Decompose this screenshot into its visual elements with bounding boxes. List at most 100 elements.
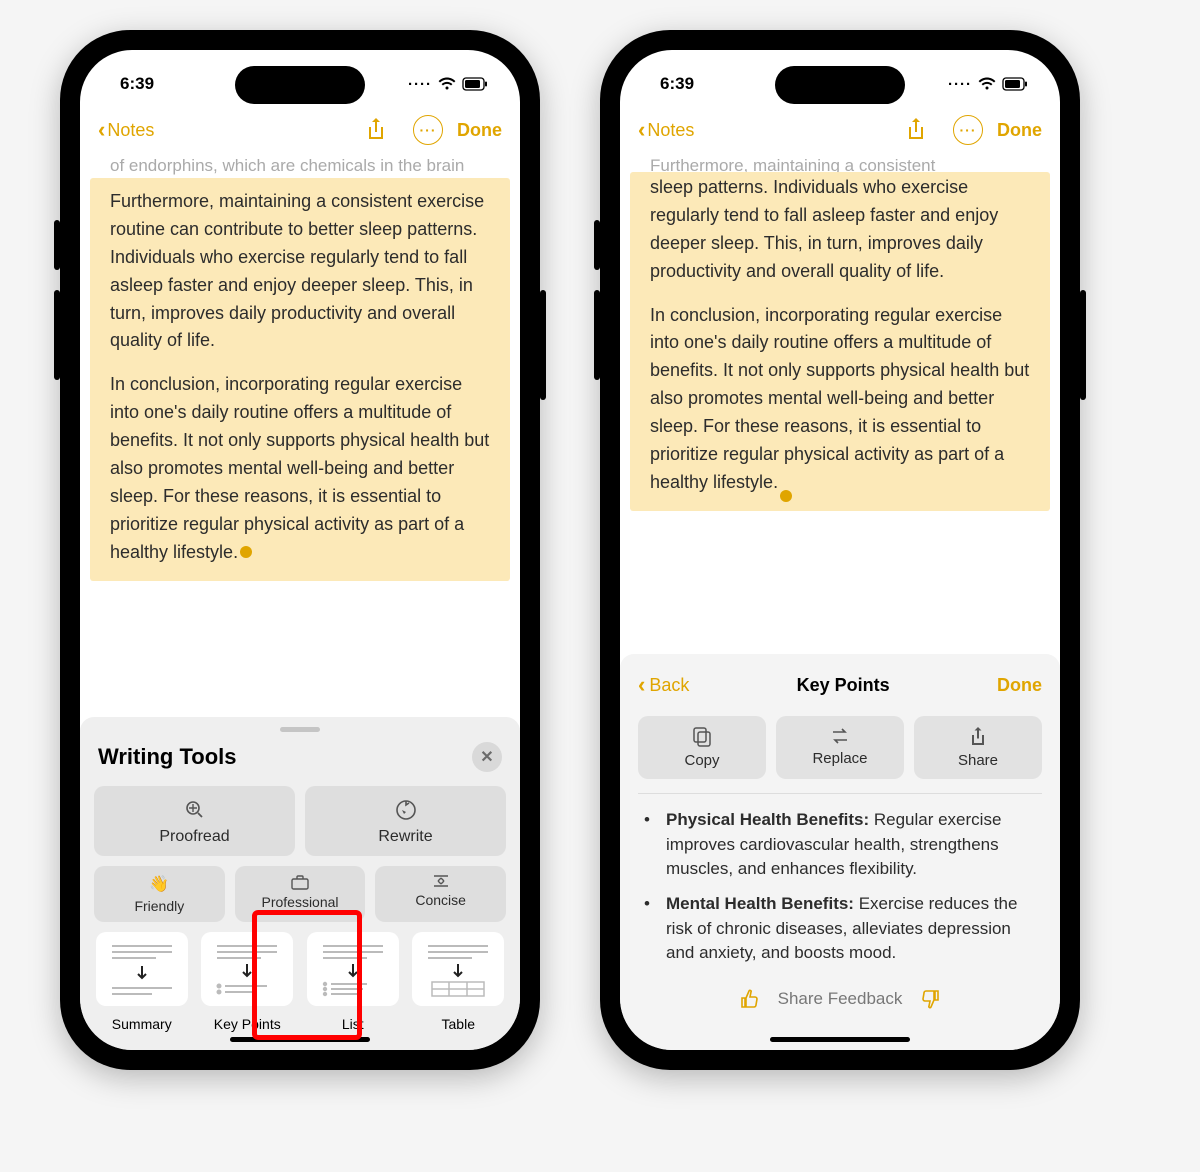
rewrite-icon (394, 798, 418, 822)
table-preview-icon (422, 942, 494, 998)
faded-prev-text: of endorphins, which are chemicals in th… (80, 154, 520, 178)
share-button[interactable] (365, 117, 395, 143)
keypoint-item: • Physical Health Benefits: Regular exer… (644, 808, 1036, 882)
cellular-dots-icon: ···· (948, 76, 972, 93)
selected-text[interactable]: sleep patterns. Individuals who exercise… (630, 172, 1050, 511)
home-indicator[interactable] (770, 1037, 910, 1042)
rewrite-label: Rewrite (378, 828, 432, 846)
thumbs-down-button[interactable] (920, 988, 942, 1010)
proofread-label: Proofread (159, 828, 229, 846)
copy-icon (692, 726, 712, 748)
sheet-grabber[interactable] (280, 727, 320, 732)
selection-handle-icon[interactable] (240, 546, 252, 558)
keypoint-title: Physical Health Benefits: (666, 810, 869, 829)
nav-bar: ‹ Notes ··· Done (80, 106, 520, 154)
done-button[interactable]: Done (457, 120, 502, 141)
close-icon: ✕ (480, 747, 493, 767)
more-button[interactable]: ··· (413, 115, 443, 145)
chevron-left-icon: ‹ (98, 117, 105, 143)
feedback-row: Share Feedback (638, 988, 1042, 1010)
professional-button[interactable]: Professional (235, 866, 366, 922)
close-button[interactable]: ✕ (472, 742, 502, 772)
note-paragraph-2: In conclusion, incorporating regular exe… (650, 302, 1030, 497)
note-content-area: Furthermore, maintaining a consistent sl… (620, 154, 1060, 1050)
thumbs-up-button[interactable] (738, 988, 760, 1010)
friendly-label: Friendly (134, 898, 184, 914)
share-icon (905, 117, 927, 143)
share-icon (365, 117, 387, 143)
ellipsis-circle-icon: ··· (413, 115, 443, 145)
keypoints-result-sheet: ‹ Back Key Points Done Copy (620, 654, 1060, 1050)
wifi-icon (438, 77, 456, 91)
table-card[interactable] (412, 932, 504, 1006)
selected-text[interactable]: Furthermore, maintaining a consistent ex… (90, 178, 510, 581)
divider (638, 793, 1042, 794)
note-paragraph-1: Furthermore, maintaining a consistent ex… (110, 188, 490, 355)
result-title: Key Points (797, 675, 890, 696)
replace-button[interactable]: Replace (776, 716, 904, 779)
share-icon (969, 726, 987, 748)
list-label: List (342, 1016, 364, 1032)
ellipsis-circle-icon: ··· (953, 115, 983, 145)
dynamic-island (235, 66, 365, 104)
rewrite-button[interactable]: Rewrite (305, 786, 506, 856)
concise-icon (432, 874, 450, 888)
summary-card[interactable] (96, 932, 188, 1006)
summary-preview-icon (106, 942, 178, 998)
replace-label: Replace (812, 750, 867, 767)
wifi-icon (978, 77, 996, 91)
status-right: ···· (408, 76, 488, 93)
back-button[interactable]: ‹ Notes (638, 117, 694, 143)
back-label: Notes (647, 120, 694, 141)
share-button[interactable] (905, 117, 935, 143)
proofread-icon (183, 798, 207, 822)
back-button[interactable]: ‹ Notes (98, 117, 154, 143)
share-action-label: Share (958, 752, 998, 769)
battery-icon (1002, 77, 1028, 91)
share-action-button[interactable]: Share (914, 716, 1042, 779)
keypoints-card[interactable] (201, 932, 293, 1006)
phone-mockup-left: 6:39 ···· ‹ Notes ··· Done (60, 30, 540, 1070)
sheet-title: Writing Tools (98, 744, 237, 770)
phone-mockup-right: 6:39 ···· ‹ Notes ··· Done (600, 30, 1080, 1070)
keypoints-preview-icon (211, 942, 283, 998)
more-button[interactable]: ··· (953, 115, 983, 145)
keypoints-list: • Physical Health Benefits: Regular exer… (638, 808, 1042, 966)
proofread-button[interactable]: Proofread (94, 786, 295, 856)
status-time: 6:39 (660, 74, 694, 94)
friendly-button[interactable]: 👋 Friendly (94, 866, 225, 922)
dynamic-island (775, 66, 905, 104)
selection-handle-icon[interactable] (780, 490, 792, 502)
copy-label: Copy (684, 752, 719, 769)
screen-left: 6:39 ···· ‹ Notes ··· Done (80, 50, 520, 1050)
home-indicator[interactable] (230, 1037, 370, 1042)
faded-prev-text: Furthermore, maintaining a consistent (620, 154, 1060, 172)
replace-icon (829, 726, 851, 746)
concise-button[interactable]: Concise (375, 866, 506, 922)
writing-tools-sheet: Writing Tools ✕ Proofread (80, 717, 520, 1050)
status-time: 6:39 (120, 74, 154, 94)
done-button[interactable]: Done (997, 120, 1042, 141)
note-paragraph-1: sleep patterns. Individuals who exercise… (650, 174, 1030, 286)
back-label: Notes (107, 120, 154, 141)
bullet-icon: • (644, 892, 656, 966)
feedback-label[interactable]: Share Feedback (778, 989, 903, 1009)
professional-icon (291, 874, 309, 890)
result-back-label: Back (649, 675, 689, 696)
summary-label: Summary (112, 1016, 172, 1032)
result-back-button[interactable]: ‹ Back (638, 672, 689, 698)
table-label: Table (442, 1016, 475, 1032)
chevron-left-icon: ‹ (638, 117, 645, 143)
keypoint-item: • Mental Health Benefits: Exercise reduc… (644, 892, 1036, 966)
note-paragraph-2: In conclusion, incorporating regular exe… (110, 371, 490, 566)
battery-icon (462, 77, 488, 91)
copy-button[interactable]: Copy (638, 716, 766, 779)
chevron-left-icon: ‹ (638, 672, 645, 698)
concise-label: Concise (415, 892, 466, 908)
keypoint-title: Mental Health Benefits: (666, 894, 854, 913)
list-card[interactable] (307, 932, 399, 1006)
screen-right: 6:39 ···· ‹ Notes ··· Done (620, 50, 1060, 1050)
result-done-button[interactable]: Done (997, 675, 1042, 696)
nav-bar: ‹ Notes ··· Done (620, 106, 1060, 154)
professional-label: Professional (261, 894, 338, 910)
